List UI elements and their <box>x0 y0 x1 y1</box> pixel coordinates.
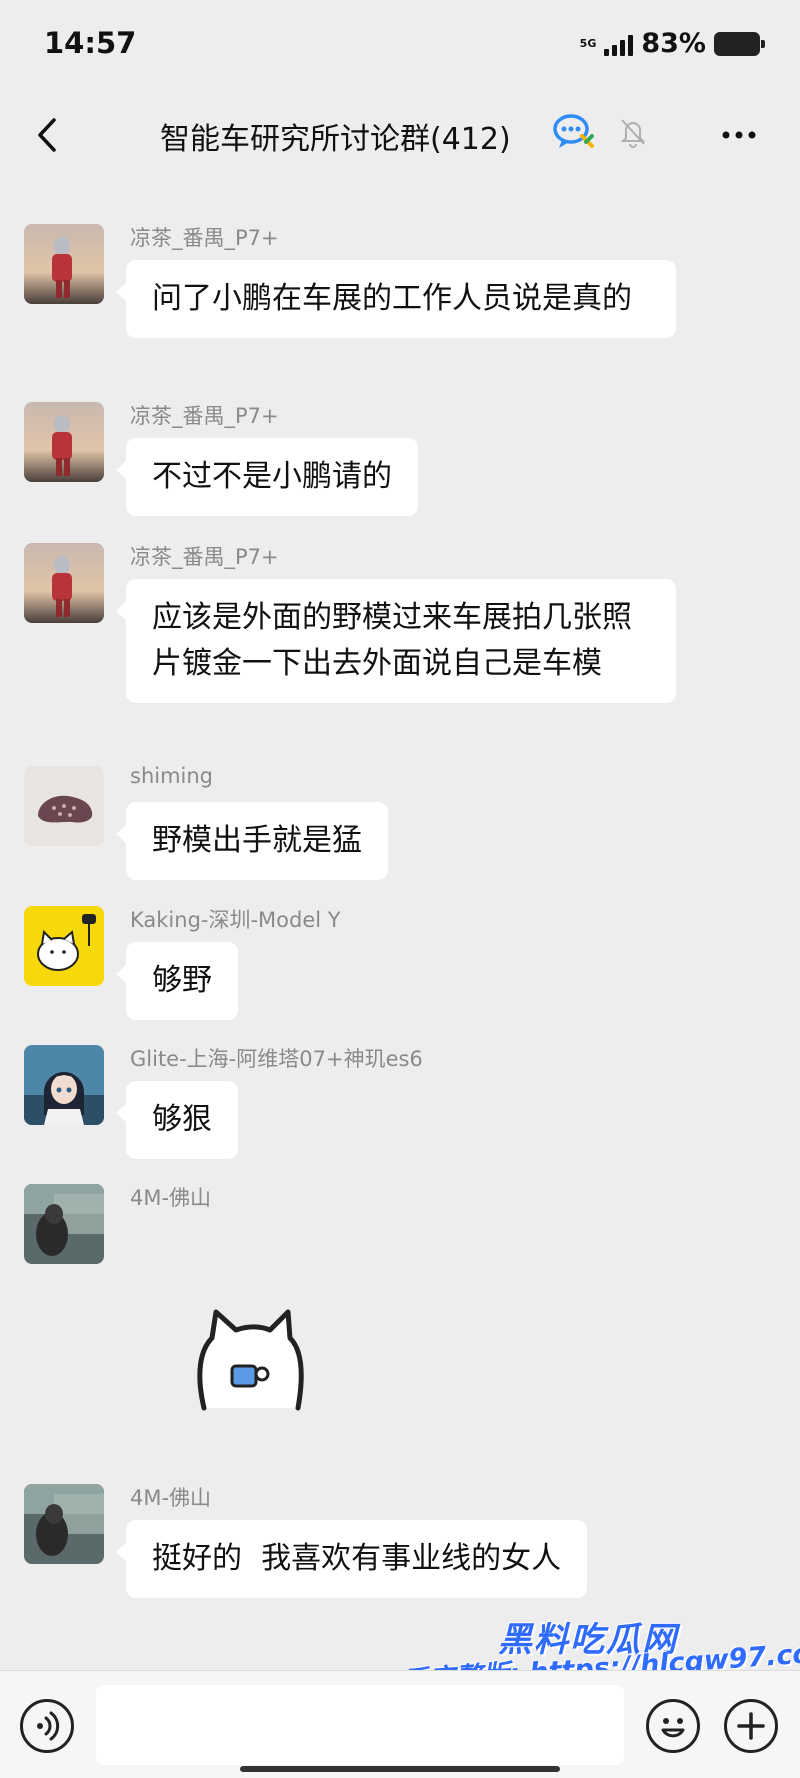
sender-name: Kaking-深圳-Model Y <box>130 908 341 932</box>
avatar[interactable] <box>24 766 104 846</box>
battery-percent: 83% <box>641 28 706 59</box>
voice-button[interactable] <box>20 1699 74 1753</box>
back-button[interactable] <box>28 112 68 158</box>
avatar-shoe-icon <box>24 766 104 846</box>
sender-name: 4M-佛山 <box>130 1486 212 1510</box>
message-bubble[interactable]: 野模出手就是猛 <box>116 802 388 880</box>
avatar[interactable] <box>24 1484 104 1564</box>
avatar-ultraman-icon <box>24 402 104 482</box>
voice-wave-icon <box>37 1711 60 1741</box>
message-bubble[interactable]: 应该是外面的野模过来车展拍几张照片镀金一下出去外面说自己是车模 <box>116 579 676 703</box>
avatar[interactable] <box>24 1184 104 1264</box>
signal-icon <box>604 32 634 56</box>
avatar-anime-girl-icon <box>24 1045 104 1125</box>
group-chat-badge-icon <box>553 114 594 148</box>
mute-bell-icon <box>620 119 646 148</box>
status-indicators: 5G 83% <box>579 28 765 59</box>
input-bar <box>0 1670 800 1778</box>
network-type: 5G <box>579 37 597 50</box>
avatar-photo-icon <box>24 1184 104 1264</box>
message-bubble[interactable]: 问了小鹏在车展的工作人员说是真的 <box>116 260 676 338</box>
smiley-icon <box>661 1718 685 1738</box>
sender-name: 凉茶_番禺_P7+ <box>130 545 279 569</box>
sender-name: Glite-上海-阿维塔07+神玑es6 <box>130 1047 423 1071</box>
message-bubble[interactable]: 不过不是小鹏请的 <box>116 438 418 516</box>
emoji-button[interactable] <box>646 1699 700 1753</box>
avatar[interactable] <box>24 402 104 482</box>
avatar-photo-icon <box>24 1484 104 1564</box>
message-input[interactable] <box>96 1685 624 1765</box>
chevron-left-icon <box>38 118 56 152</box>
avatar[interactable] <box>24 224 104 304</box>
more-button[interactable] <box>714 112 764 158</box>
sender-name: 凉茶_番禺_P7+ <box>130 226 279 250</box>
title-icons <box>552 112 648 152</box>
avatar-cat-icon <box>24 906 104 986</box>
plus-icon <box>737 1712 765 1740</box>
sender-name: 4M-佛山 <box>130 1186 212 1210</box>
status-bar: 14:57 5G 83% <box>0 0 800 90</box>
cat-coffee-sticker-icon <box>197 1309 304 1411</box>
message-bubble[interactable]: 够野 <box>116 942 238 1020</box>
chat-title: 智能车研究所讨论群(412) <box>160 122 511 157</box>
battery-icon <box>714 31 765 56</box>
message-bubble[interactable]: 挺好的 我喜欢有事业线的女人 <box>115 1520 588 1598</box>
sender-name: shiming <box>130 764 214 788</box>
message-bubble[interactable]: 够狠 <box>116 1081 238 1159</box>
avatar[interactable] <box>24 1045 104 1125</box>
avatar-ultraman-icon <box>24 224 104 304</box>
avatar[interactable] <box>24 543 104 623</box>
sender-name: 凉茶_番禺_P7+ <box>130 404 279 428</box>
chat-header: 智能车研究所讨论群(412) <box>0 90 800 180</box>
more-functions-button[interactable] <box>724 1699 778 1753</box>
avatar-ultraman-icon <box>24 543 104 623</box>
home-indicator[interactable] <box>240 1766 560 1772</box>
status-time: 14:57 <box>44 26 137 60</box>
more-dots-icon <box>722 131 756 139</box>
avatar[interactable] <box>24 906 104 986</box>
sticker-image[interactable] <box>190 1304 310 1414</box>
